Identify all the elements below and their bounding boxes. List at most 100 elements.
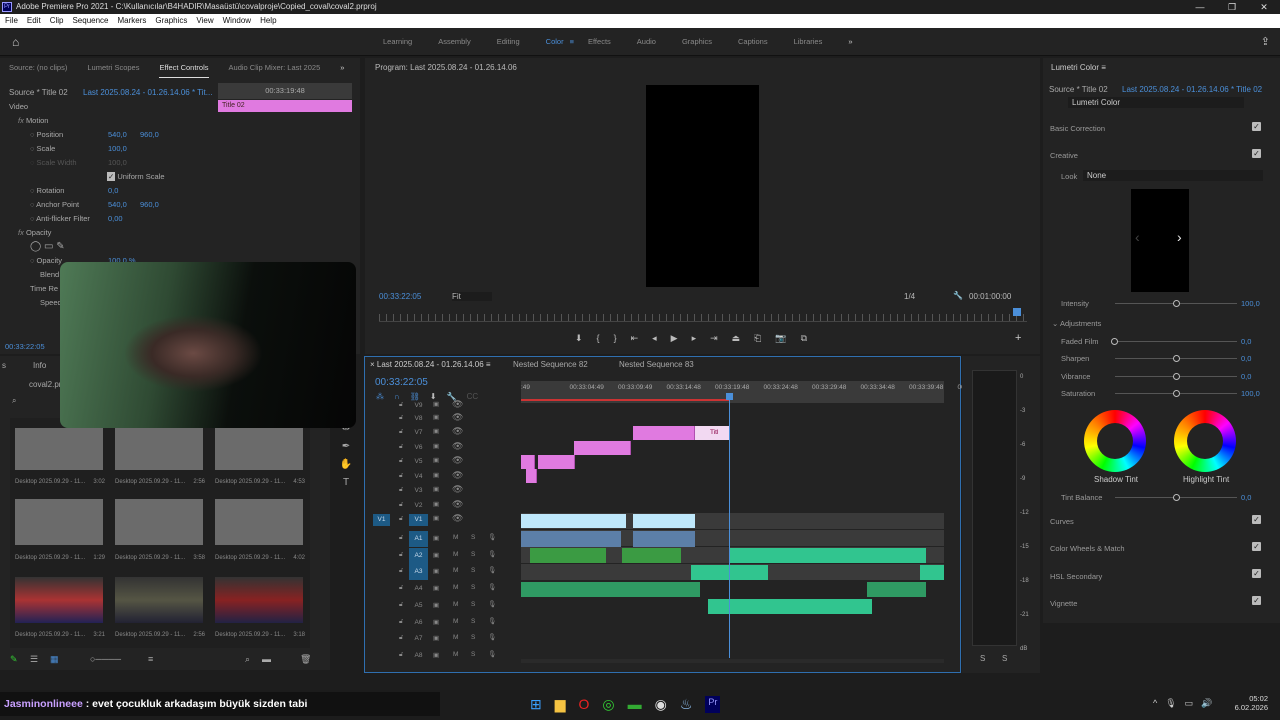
- microphone-icon[interactable]: 🎙︎: [488, 533, 496, 541]
- audio-clip[interactable]: [521, 531, 621, 547]
- lock-icon[interactable]: 🔓︎: [399, 618, 403, 626]
- eye-icon[interactable]: 👁︎: [452, 470, 463, 481]
- sync-lock-icon[interactable]: ▣: [433, 413, 439, 421]
- faded-film-value[interactable]: 0,0: [1241, 337, 1251, 346]
- solo-button[interactable]: S: [471, 551, 475, 558]
- microphone-icon[interactable]: 🎙︎: [488, 600, 496, 608]
- title-clip[interactable]: [633, 426, 695, 440]
- mark-in-icon[interactable]: {: [597, 333, 600, 344]
- export-frame-icon[interactable]: 📷: [775, 333, 786, 344]
- track-name[interactable]: A8: [409, 648, 428, 664]
- saturation-value[interactable]: 100,0: [1241, 389, 1260, 398]
- minimize-button[interactable]: —: [1184, 0, 1216, 14]
- lock-icon[interactable]: 🔓︎: [399, 501, 403, 509]
- mute-button[interactable]: M: [453, 601, 458, 608]
- lock-icon[interactable]: 🔓︎: [399, 567, 403, 575]
- network-icon[interactable]: ▭: [1185, 698, 1194, 709]
- program-scrubber[interactable]: [379, 314, 1027, 322]
- workspace-effects[interactable]: Effects: [588, 28, 611, 56]
- list-view-icon[interactable]: ☰: [30, 654, 38, 665]
- sync-lock-icon[interactable]: ▣: [433, 500, 439, 508]
- antiflicker-value[interactable]: 0,00: [108, 212, 123, 226]
- tint-balance-value[interactable]: 0,0: [1241, 493, 1251, 502]
- microphone-icon[interactable]: 🎙︎: [488, 583, 496, 591]
- hsl-secondary-section[interactable]: HSL Secondary: [1050, 572, 1102, 581]
- tab-effect-controls[interactable]: Effect Controls: [159, 58, 209, 78]
- track-name[interactable]: A2: [409, 547, 428, 564]
- clock[interactable]: 05:02 6.02.2026: [1230, 694, 1268, 712]
- solo-button[interactable]: S: [471, 567, 475, 574]
- search-icon[interactable]: ⌕: [12, 396, 16, 406]
- curves-section[interactable]: Curves: [1050, 517, 1074, 526]
- workspace-color[interactable]: Color: [546, 28, 564, 56]
- title-clip[interactable]: [526, 469, 537, 483]
- track-name[interactable]: V4: [409, 471, 428, 483]
- source-clip-label[interactable]: Source * Title 02: [9, 88, 68, 97]
- icon-view-icon[interactable]: ▦: [50, 654, 59, 665]
- sync-lock-icon[interactable]: ▣: [433, 651, 439, 659]
- solo-left-button[interactable]: S: [980, 654, 985, 663]
- sync-lock-icon[interactable]: ▣: [433, 471, 439, 479]
- share-icon[interactable]: ⇪: [1261, 35, 1270, 48]
- basic-correction-section[interactable]: Basic Correction: [1050, 124, 1105, 133]
- position-x[interactable]: 540,0: [108, 128, 127, 142]
- track-name[interactable]: A7: [409, 631, 428, 647]
- eye-icon[interactable]: 👁︎: [452, 441, 463, 452]
- menu-view[interactable]: View: [196, 14, 213, 28]
- workspace-assembly[interactable]: Assembly: [438, 28, 471, 56]
- anchor-y[interactable]: 960,0: [140, 198, 159, 212]
- track-name[interactable]: V3: [409, 485, 428, 497]
- bin-item-thumbnail[interactable]: [115, 577, 203, 623]
- shadow-tint-wheel[interactable]: [1084, 410, 1146, 472]
- track-name[interactable]: A4: [409, 581, 428, 597]
- timeline-tab-nested-82[interactable]: Nested Sequence 82: [513, 360, 588, 369]
- title-clip[interactable]: [521, 455, 535, 469]
- lift-icon[interactable]: ⏏: [732, 333, 741, 344]
- menu-help[interactable]: Help: [260, 14, 276, 28]
- color-wheels-checkbox[interactable]: ✓: [1252, 542, 1261, 551]
- lumetri-source[interactable]: Source * Title 02: [1049, 85, 1108, 94]
- tab-lumetri-scopes[interactable]: Lumetri Scopes: [87, 58, 139, 78]
- next-look-icon[interactable]: ›: [1177, 229, 1182, 245]
- sync-lock-icon[interactable]: ▣: [433, 442, 439, 450]
- pen-mask-icon[interactable]: ✎: [56, 241, 64, 252]
- audio-clip[interactable]: [633, 531, 695, 547]
- bin-item-thumbnail[interactable]: [215, 428, 303, 470]
- scale-value[interactable]: 100,0: [108, 142, 127, 156]
- rotation-value[interactable]: 0,0: [108, 184, 118, 198]
- microphone-icon[interactable]: 🎙︎: [488, 650, 496, 658]
- mute-button[interactable]: M: [453, 634, 458, 641]
- track-name[interactable]: V1: [409, 514, 428, 526]
- program-monitor-title[interactable]: Program: Last 2025.08.24 - 01.26.14.06: [375, 63, 517, 72]
- sync-lock-icon[interactable]: ▣: [433, 534, 439, 542]
- audio-clip[interactable]: [708, 599, 872, 614]
- title-clip-selected[interactable]: Titl: [695, 426, 729, 440]
- eye-icon[interactable]: 👁︎: [452, 412, 463, 423]
- new-bin-icon[interactable]: ▬: [262, 654, 271, 664]
- highlight-tint-wheel[interactable]: [1174, 410, 1236, 472]
- sync-lock-icon[interactable]: ▣: [433, 456, 439, 464]
- tab-info[interactable]: Info: [33, 361, 46, 370]
- hsl-secondary-checkbox[interactable]: ✓: [1252, 569, 1261, 578]
- tint-balance-slider[interactable]: [1115, 494, 1237, 501]
- volume-icon[interactable]: 🔊: [1201, 698, 1212, 709]
- extract-icon[interactable]: ⎗: [754, 333, 761, 344]
- menu-file[interactable]: File: [5, 14, 18, 28]
- mute-button[interactable]: M: [453, 567, 458, 574]
- lock-icon[interactable]: 🔓︎: [399, 601, 403, 609]
- fit-dropdown[interactable]: Fit: [452, 292, 492, 301]
- lock-icon[interactable]: 🔓︎: [399, 486, 403, 494]
- home-icon[interactable]: ⌂: [12, 35, 19, 49]
- go-to-out-icon[interactable]: ⇥: [710, 333, 718, 344]
- audio-track-header[interactable]: 🔓︎ A7 ▣ M S 🎙︎: [368, 631, 944, 647]
- audio-track-header[interactable]: 🔓︎ A6 ▣ M S 🎙︎: [368, 615, 944, 631]
- eye-icon[interactable]: 👁︎: [452, 426, 463, 437]
- step-back-icon[interactable]: ◂: [652, 333, 657, 344]
- track-name[interactable]: A6: [409, 615, 428, 631]
- bin-item-thumbnail[interactable]: [115, 499, 203, 545]
- vibrance-value[interactable]: 0,0: [1241, 372, 1251, 381]
- workspace-menu-icon[interactable]: ≡: [570, 28, 574, 56]
- audio-clip[interactable]: [730, 548, 926, 563]
- eye-icon[interactable]: 👁︎: [452, 484, 463, 495]
- track-name[interactable]: A3: [409, 564, 428, 581]
